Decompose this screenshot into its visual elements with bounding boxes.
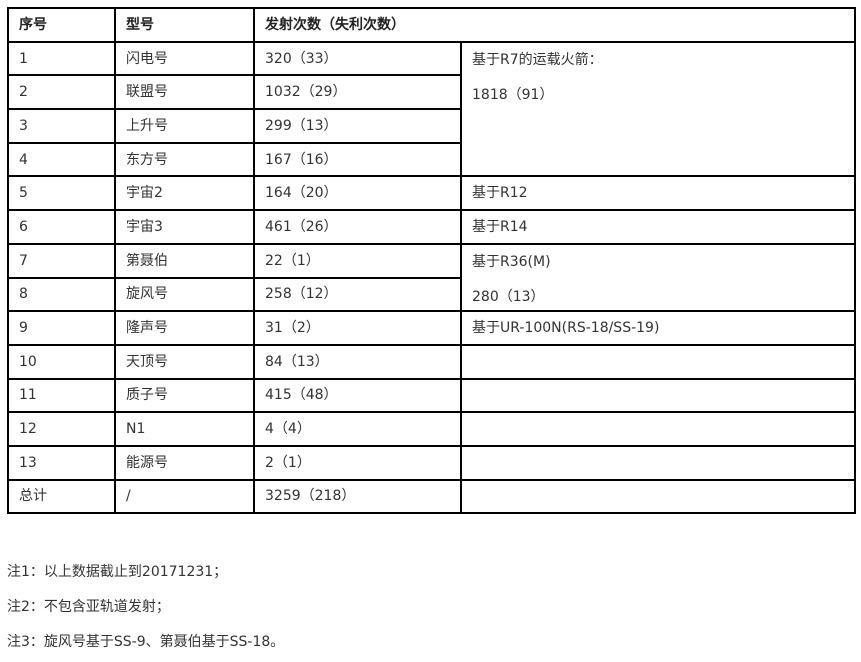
row-index: 6: [7, 209, 116, 245]
row-launches: 1032（29）: [253, 74, 462, 111]
group-cell-r12: 基于R12: [460, 175, 856, 212]
row-index: 11: [7, 377, 116, 414]
row-model: 旋风号: [114, 276, 255, 313]
row-launches: 31（2）: [253, 310, 462, 346]
row-launches: 461（26）: [253, 209, 462, 245]
table-row: 7 第聂伯 22（1） 基于R36(M) 280（13）: [7, 242, 856, 313]
empty-cell: [460, 343, 856, 380]
row-model: 联盟号: [114, 74, 255, 111]
row-model: 隆声号: [114, 310, 255, 346]
row-launches: 258（12）: [253, 276, 462, 313]
total-label: 总计: [7, 478, 116, 515]
total-launches: 3259（218）: [253, 478, 462, 515]
group-label: 基于R36(M): [472, 253, 551, 270]
table-row: 9 隆声号 31（2） 基于UR-100N(RS-18/SS-19): [7, 310, 856, 346]
header-model: 型号: [114, 7, 255, 43]
row-index: 5: [7, 175, 116, 212]
row-launches: 415（48）: [253, 377, 462, 414]
group-cell-r7: 基于R7的运载火箭： 1818（91）: [460, 40, 856, 178]
row-index: 3: [7, 108, 116, 144]
table-total-row: 总计 / 3259（218）: [7, 478, 856, 515]
empty-cell: [460, 411, 856, 447]
row-launches: 4（4）: [253, 411, 462, 447]
row-index: 10: [7, 343, 116, 380]
table-row: 10 天顶号 84（13）: [7, 343, 856, 380]
row-model: 宇宙2: [114, 175, 255, 212]
note-2: 注2：不包含亚轨道发射；: [7, 599, 170, 615]
row-index: 8: [7, 276, 116, 313]
empty-cell: [460, 377, 856, 414]
row-model: 能源号: [114, 444, 255, 481]
row-index: 12: [7, 411, 116, 447]
table-row: 5 宇宙2 164（20） 基于R12: [7, 175, 856, 212]
empty-cell: [460, 478, 856, 515]
group-total: 1818（91）: [472, 86, 554, 103]
notes-section: 注1：以上数据截止到20171231； 注2：不包含亚轨道发射； 注3：旋风号基…: [7, 563, 284, 651]
header-index: 序号: [7, 7, 116, 43]
row-model: N1: [114, 411, 255, 447]
row-launches: 167（16）: [253, 141, 462, 178]
row-index: 13: [7, 444, 116, 481]
table-row: 11 质子号 415（48）: [7, 377, 856, 414]
group-cell-r14: 基于R14: [460, 209, 856, 245]
row-launches: 320（33）: [253, 40, 462, 77]
note-3: 注3：旋风号基于SS-9、第聂伯基于SS-18。: [7, 634, 285, 650]
row-model: 东方号: [114, 141, 255, 178]
group-label: 基于R7的运载火箭：: [472, 51, 603, 68]
group-cell-r36: 基于R36(M) 280（13）: [460, 242, 856, 313]
row-model: 宇宙3: [114, 209, 255, 245]
row-index: 9: [7, 310, 116, 346]
table-row: 13 能源号 2（1）: [7, 444, 856, 481]
row-model: 上升号: [114, 108, 255, 144]
group-cell-ur100n: 基于UR-100N(RS-18/SS-19): [460, 310, 856, 346]
row-launches: 22（1）: [253, 242, 462, 279]
note-1: 注1：以上数据截止到20171231；: [7, 564, 228, 580]
row-model: 天顶号: [114, 343, 255, 380]
row-launches: 2（1）: [253, 444, 462, 481]
table-row: 6 宇宙3 461（26） 基于R14: [7, 209, 856, 245]
empty-cell: [460, 444, 856, 481]
row-index: 1: [7, 40, 116, 77]
header-launches: 发射次数（失利次数）: [253, 7, 856, 43]
row-model: 第聂伯: [114, 242, 255, 279]
row-index: 7: [7, 242, 116, 279]
row-index: 4: [7, 141, 116, 178]
row-index: 2: [7, 74, 116, 111]
total-model: /: [114, 478, 255, 515]
table-row: 12 N1 4（4）: [7, 411, 856, 447]
row-launches: 84（13）: [253, 343, 462, 380]
group-total: 280（13）: [472, 288, 545, 305]
row-model: 质子号: [114, 377, 255, 414]
table-header-row: 序号 型号 发射次数（失利次数）: [7, 7, 856, 43]
launch-statistics-table: 序号 型号 发射次数（失利次数） 1 闪电号 320（33） 基于R7的运载火箭…: [7, 7, 856, 515]
row-model: 闪电号: [114, 40, 255, 77]
row-launches: 164（20）: [253, 175, 462, 212]
table-row: 1 闪电号 320（33） 基于R7的运载火箭： 1818（91）: [7, 40, 856, 178]
row-launches: 299（13）: [253, 108, 462, 144]
